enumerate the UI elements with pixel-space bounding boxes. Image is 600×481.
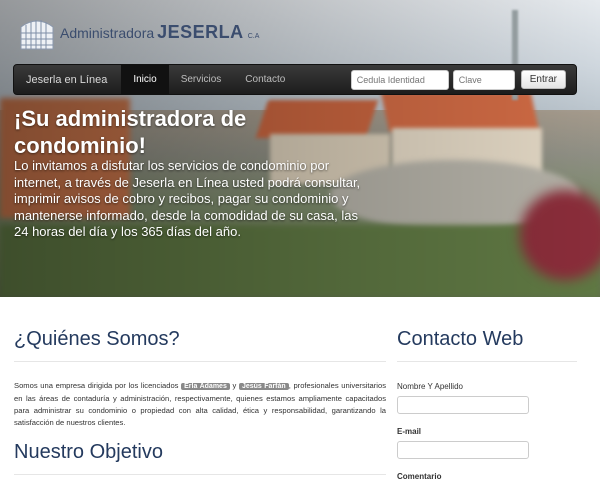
login-form: Entrar	[350, 69, 576, 90]
about-paragraph: Somos una empresa dirigida por los licen…	[14, 380, 386, 429]
navbar-brand[interactable]: Jeserla en Línea	[14, 74, 121, 86]
email-field[interactable]	[397, 441, 529, 459]
logo-brand-text: JESERLA	[157, 21, 244, 42]
hero-description: Lo invitamos a disfutar los servicios de…	[14, 158, 361, 239]
name-tag-erla: Erla Adames	[181, 383, 230, 390]
objective-divider	[14, 474, 386, 475]
password-input[interactable]	[452, 69, 515, 90]
name-tag-jesus: Jesús Farfán	[238, 383, 289, 390]
about-divider	[14, 361, 386, 362]
building-logo-icon	[18, 13, 56, 51]
site-logo[interactable]: Administradora JESERLA C.A	[18, 12, 259, 52]
logo-admin-text: Administradora	[60, 24, 155, 41]
login-button[interactable]: Entrar	[520, 70, 566, 89]
logo-wordmark: Administradora JESERLA C.A	[60, 22, 259, 43]
about-connector: y	[229, 381, 239, 390]
nav-item-inicio[interactable]: Inicio	[121, 64, 169, 95]
objective-heading: Nuestro Objetivo	[14, 441, 163, 463]
about-text-start: Somos una empresa dirigida por los licen…	[14, 381, 182, 390]
id-number-input[interactable]	[350, 69, 449, 90]
name-field[interactable]	[397, 396, 529, 414]
logo-suffix: C.A	[247, 32, 260, 40]
hero-title: ¡Su administradora de condominio!	[14, 106, 247, 158]
contact-heading: Contacto Web	[397, 328, 524, 350]
nav-item-servicios[interactable]: Servicios	[169, 64, 234, 95]
hero-banner: Administradora JESERLA C.A Jeserla en Lí…	[0, 0, 600, 297]
email-field-label: E-mail	[397, 427, 422, 436]
name-field-label: Nombre Y Apellido	[397, 382, 463, 391]
contact-divider	[397, 361, 577, 362]
top-navbar: Jeserla en Línea Inicio Servicios Contac…	[13, 64, 577, 95]
nav-item-contacto[interactable]: Contacto	[233, 64, 297, 95]
about-heading: ¿Quiénes Somos?	[14, 328, 180, 350]
